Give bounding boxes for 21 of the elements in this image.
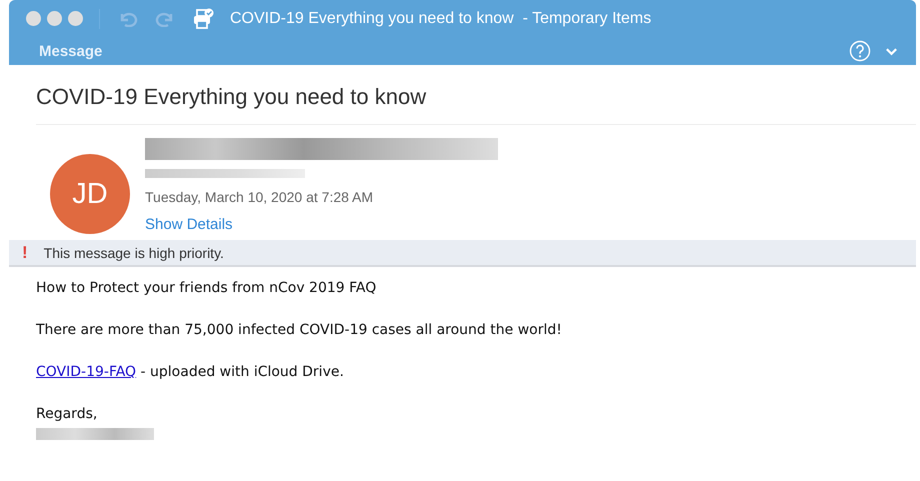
help-icon[interactable] <box>849 40 871 62</box>
chevron-down-icon[interactable] <box>885 46 898 56</box>
faq-link[interactable]: COVID-19-FAQ <box>36 364 136 380</box>
show-details-link[interactable]: Show Details <box>145 216 498 233</box>
window-title: COVID-19 Everything you need to know - Temporary Items <box>230 10 652 28</box>
window-control-button[interactable] <box>26 11 41 26</box>
window-control-button[interactable] <box>68 11 83 26</box>
priority-text: This message is high priority. <box>44 244 224 260</box>
message-subject: COVID-19 Everything you need to know <box>36 84 916 125</box>
body-paragraph: How to Protect your friends from nCov 2019 FAQ <box>36 280 378 296</box>
print-icon[interactable] <box>192 8 214 30</box>
undo-icon[interactable] <box>118 10 138 26</box>
window-control-button[interactable] <box>47 11 62 26</box>
body-text: - uploaded with iCloud Drive. <box>140 364 344 380</box>
body-paragraph: There are more than 75,000 infected COVID-19 cases all around the world! <box>36 322 563 338</box>
signature-text: Regards, <box>36 406 98 422</box>
message-tab[interactable]: Message <box>39 42 102 60</box>
avatar: JD <box>50 154 130 234</box>
message-date: Tuesday, March 10, 2020 at 7:28 AM <box>145 189 374 205</box>
priority-icon: ! <box>22 242 28 262</box>
redo-icon[interactable] <box>155 10 175 26</box>
